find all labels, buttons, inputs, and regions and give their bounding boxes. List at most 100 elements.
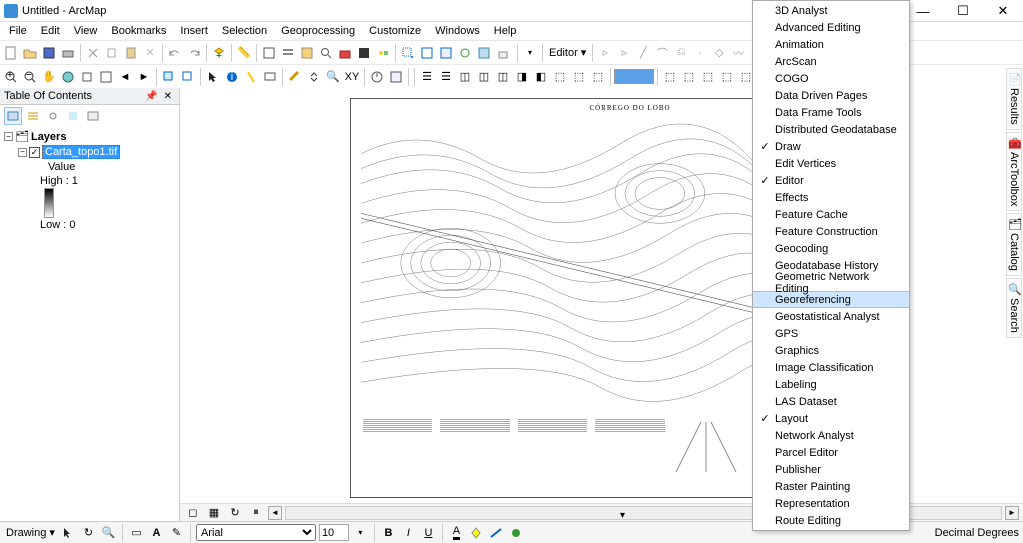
layout-tool-9-icon[interactable]: ⬚ bbox=[570, 68, 588, 86]
layer-row[interactable]: − ✓ Carta_topo1.tif bbox=[4, 144, 175, 160]
toolbar-menu-item-route-editing[interactable]: Route Editing bbox=[753, 512, 909, 529]
toolbar-menu-item-las-dataset[interactable]: LAS Dataset bbox=[753, 393, 909, 410]
toolbar-menu-item-advanced-editing[interactable]: Advanced Editing bbox=[753, 19, 909, 36]
scroll-left-icon[interactable]: ◄ bbox=[268, 506, 282, 520]
line-color-icon[interactable] bbox=[488, 524, 505, 541]
edit-vertices-icon[interactable]: ◇ bbox=[710, 44, 728, 62]
toolbar-menu-item-distributed-geodatabase[interactable]: Distributed Geodatabase bbox=[753, 121, 909, 138]
edit-tool-icon[interactable]: ▹ bbox=[596, 44, 614, 62]
toolbar-menu-item-cogo[interactable]: COGO bbox=[753, 70, 909, 87]
scale-input[interactable] bbox=[614, 69, 654, 84]
layout-tool-8-icon[interactable]: ⬚ bbox=[551, 68, 569, 86]
bold-icon[interactable]: B bbox=[380, 524, 397, 541]
zoom-out-icon[interactable]: − bbox=[21, 68, 39, 86]
toolbar-menu-item-geostatistical-analyst[interactable]: Geostatistical Analyst bbox=[753, 308, 909, 325]
layout-tool-10-icon[interactable]: ⬚ bbox=[589, 68, 607, 86]
create-viewer-icon[interactable] bbox=[387, 68, 405, 86]
fill-color-icon[interactable] bbox=[468, 524, 485, 541]
data-view-icon[interactable] bbox=[437, 44, 455, 62]
menu-help[interactable]: Help bbox=[487, 24, 524, 38]
cut-icon[interactable] bbox=[84, 44, 102, 62]
list-by-drawing-order-icon[interactable] bbox=[4, 107, 22, 125]
pause-icon[interactable] bbox=[475, 44, 493, 62]
marker-color-icon[interactable] bbox=[508, 524, 525, 541]
toc-pin-icon[interactable]: 📌 bbox=[142, 91, 160, 102]
menu-insert[interactable]: Insert bbox=[173, 24, 215, 38]
layout-tool-6-icon[interactable]: ◨ bbox=[513, 68, 531, 86]
new-icon[interactable] bbox=[2, 44, 20, 62]
layout-view-btn-icon[interactable]: ▦ bbox=[205, 504, 223, 522]
italic-icon[interactable]: I bbox=[400, 524, 417, 541]
layout-tool-7-icon[interactable]: ◧ bbox=[532, 68, 550, 86]
extra-1-icon[interactable]: ⬚ bbox=[661, 68, 679, 86]
menu-selection[interactable]: Selection bbox=[215, 24, 274, 38]
hyperlink-icon[interactable] bbox=[242, 68, 260, 86]
callout-icon[interactable]: ✎ bbox=[168, 524, 185, 541]
toolbar-menu-item-editor[interactable]: ✓Editor bbox=[753, 172, 909, 189]
python-icon[interactable] bbox=[355, 44, 373, 62]
select-arrow-icon[interactable] bbox=[60, 524, 77, 541]
toolbar-menu-item-arcscan[interactable]: ArcScan bbox=[753, 53, 909, 70]
measure-icon[interactable] bbox=[286, 68, 304, 86]
straight-segment-icon[interactable]: ╱ bbox=[634, 44, 652, 62]
dropdown-icon[interactable]: ▾ bbox=[521, 44, 539, 62]
expand-icon[interactable]: − bbox=[4, 132, 13, 141]
edit-annotation-icon[interactable]: ▹ bbox=[615, 44, 633, 62]
find-icon[interactable] bbox=[305, 68, 323, 86]
font-size-dropdown-icon[interactable]: ▾ bbox=[352, 524, 369, 541]
endpoint-arc-icon[interactable]: ⌒ bbox=[653, 44, 671, 62]
zoom-in-icon[interactable]: + bbox=[2, 68, 20, 86]
toolbar-menu-item-animation[interactable]: Animation bbox=[753, 36, 909, 53]
font-select[interactable]: Arial bbox=[196, 524, 316, 541]
pan-icon[interactable]: ✋ bbox=[40, 68, 58, 86]
toc-icon[interactable] bbox=[279, 44, 297, 62]
select-elements-icon[interactable] bbox=[399, 44, 417, 62]
list-by-visibility-icon[interactable] bbox=[44, 107, 62, 125]
modelbuilder-icon[interactable] bbox=[374, 44, 392, 62]
toolbar-menu-item-graphics[interactable]: Graphics bbox=[753, 342, 909, 359]
data-view-btn-icon[interactable]: ◻ bbox=[184, 504, 202, 522]
menu-edit[interactable]: Edit bbox=[34, 24, 67, 38]
toolbar-menu-item-geocoding[interactable]: Geocoding bbox=[753, 240, 909, 257]
redo-icon[interactable] bbox=[185, 44, 203, 62]
toolbar-menu-item-gps[interactable]: GPS bbox=[753, 325, 909, 342]
close-button[interactable]: ✕ bbox=[983, 0, 1023, 22]
zoom-tool-icon[interactable]: 🔍 bbox=[100, 524, 117, 541]
toolbar-menu-item-feature-construction[interactable]: Feature Construction bbox=[753, 223, 909, 240]
toolbar-menu-item-parcel-editor[interactable]: Parcel Editor bbox=[753, 444, 909, 461]
back-extent-icon[interactable]: ◄ bbox=[116, 68, 134, 86]
layout-tool-1-icon[interactable]: ☰ bbox=[418, 68, 436, 86]
underline-icon[interactable]: U bbox=[420, 524, 437, 541]
font-size-input[interactable] bbox=[319, 524, 349, 541]
select-elements-arrow-icon[interactable] bbox=[204, 68, 222, 86]
toolbar-menu-item-data-driven-pages[interactable]: Data Driven Pages bbox=[753, 87, 909, 104]
catalog-tab[interactable]: 🗂Catalog bbox=[1006, 213, 1022, 276]
toc-close-icon[interactable]: ✕ bbox=[161, 91, 175, 102]
print-icon[interactable] bbox=[59, 44, 77, 62]
delete-icon[interactable]: ✕ bbox=[141, 44, 159, 62]
toolbar-menu-item-labeling[interactable]: Labeling bbox=[753, 376, 909, 393]
copy-icon[interactable] bbox=[103, 44, 121, 62]
open-icon[interactable] bbox=[21, 44, 39, 62]
toolbar-menu-item-network-analyst[interactable]: Network Analyst bbox=[753, 427, 909, 444]
toolbar-menu-item-image-classification[interactable]: Image Classification bbox=[753, 359, 909, 376]
editor-dropdown[interactable]: Editor ▾ bbox=[546, 46, 589, 59]
lock-icon[interactable] bbox=[494, 44, 512, 62]
toolbar-menu-item-feature-cache[interactable]: Feature Cache bbox=[753, 206, 909, 223]
clear-selection-icon[interactable] bbox=[179, 68, 197, 86]
toolbar-menu-item-edit-vertices[interactable]: Edit Vertices bbox=[753, 155, 909, 172]
toolbar-menu-item-geometric-network-editing[interactable]: Geometric Network Editing bbox=[753, 274, 909, 291]
layout-tool-4-icon[interactable]: ◫ bbox=[475, 68, 493, 86]
layers-root[interactable]: − 🗂 Layers bbox=[4, 129, 175, 144]
menu-customize[interactable]: Customize bbox=[362, 24, 428, 38]
pause-drawing-icon[interactable]: ⏸ bbox=[247, 504, 265, 522]
arctoolbox-tab[interactable]: 🧰ArcToolbox bbox=[1006, 132, 1022, 211]
scale-icon[interactable]: 📏 bbox=[235, 44, 253, 62]
trace-icon[interactable]: ⎌ bbox=[672, 44, 690, 62]
catalog-icon[interactable] bbox=[298, 44, 316, 62]
layer-expand-icon[interactable]: − bbox=[18, 148, 27, 157]
menu-windows[interactable]: Windows bbox=[428, 24, 487, 38]
drawing-label[interactable]: Drawing ▾ bbox=[6, 526, 55, 539]
toolbar-menu-item-effects[interactable]: Effects bbox=[753, 189, 909, 206]
save-icon[interactable] bbox=[40, 44, 58, 62]
